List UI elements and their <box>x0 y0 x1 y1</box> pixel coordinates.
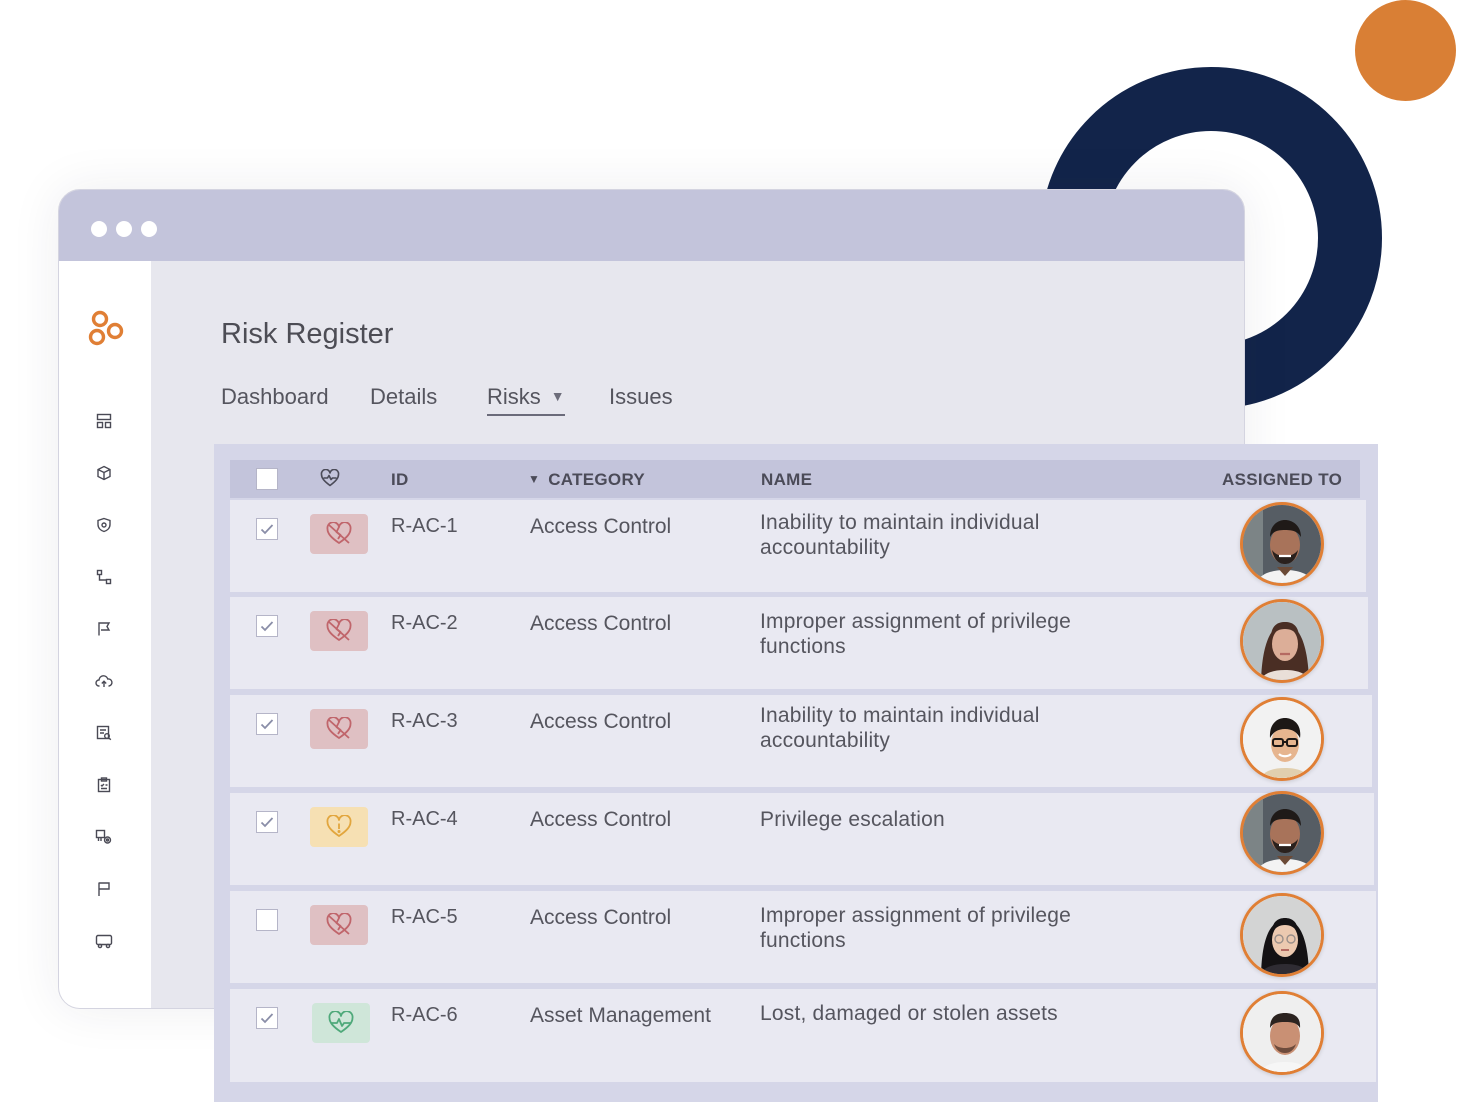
risk-category: Access Control <box>530 515 672 538</box>
sidebar <box>59 261 151 1008</box>
table-row[interactable]: R-AC-4 Access Control Privilege escalati… <box>230 791 1374 885</box>
column-header-category[interactable]: ▼ CATEGORY <box>528 470 645 490</box>
risk-id[interactable]: R-AC-1 <box>391 515 458 538</box>
tab-dashboard[interactable]: Dashboard <box>221 384 329 410</box>
bookmark-flag-icon[interactable] <box>94 619 114 639</box>
heart-pulse-icon <box>312 1003 370 1043</box>
woman-glasses-avatar[interactable] <box>1240 893 1324 977</box>
app-logo-icon[interactable] <box>87 309 131 353</box>
risk-name[interactable]: Improper assignment of privilege functio… <box>760 903 1140 953</box>
man-beard-avatar[interactable] <box>1240 502 1324 586</box>
man-beard-avatar[interactable] <box>1240 791 1324 875</box>
truck-icon[interactable] <box>94 931 114 951</box>
broken-heart-icon <box>310 905 368 945</box>
risk-category: Access Control <box>530 612 672 635</box>
page-title: Risk Register <box>221 318 394 350</box>
checkmark-icon <box>260 1013 274 1024</box>
risk-name[interactable]: Lost, damaged or stolen assets <box>760 1001 1140 1026</box>
cloud-upload-icon[interactable] <box>94 671 114 691</box>
checkmark-icon <box>260 817 274 828</box>
woman-dark-hair-avatar[interactable] <box>1240 599 1324 683</box>
window-control-dot[interactable] <box>141 221 157 237</box>
tab-details[interactable]: Details <box>370 384 437 410</box>
workflow-icon[interactable] <box>94 567 114 587</box>
window-control-dot[interactable] <box>91 221 107 237</box>
risk-name[interactable]: Improper assignment of privilege functio… <box>760 609 1140 659</box>
risk-id[interactable]: R-AC-2 <box>391 612 458 635</box>
sort-desc-icon: ▼ <box>528 472 541 486</box>
risk-id[interactable]: R-AC-3 <box>391 710 458 733</box>
package-icon[interactable] <box>94 463 114 483</box>
tab-risks-dropdown-icon[interactable]: ▼ <box>551 388 565 404</box>
column-header-assigned-to[interactable]: ASSIGNED TO <box>1222 470 1342 490</box>
table-row[interactable]: R-AC-6 Asset Management Lost, damaged or… <box>230 989 1376 1082</box>
shield-icon[interactable] <box>94 515 114 535</box>
table-row[interactable]: R-AC-3 Access Control Inability to maint… <box>230 695 1372 787</box>
risk-id[interactable]: R-AC-5 <box>391 906 458 929</box>
row-checkbox[interactable] <box>256 713 278 735</box>
risk-id[interactable]: R-AC-6 <box>391 1004 458 1027</box>
risk-category: Access Control <box>530 808 672 831</box>
risk-category: Access Control <box>530 906 672 929</box>
man-glasses-avatar[interactable] <box>1240 697 1324 781</box>
decorative-orange-dot <box>1355 0 1456 101</box>
heartbeat-icon <box>320 468 340 492</box>
column-header-category-label: CATEGORY <box>548 470 646 489</box>
row-checkbox[interactable] <box>256 518 278 540</box>
flag-icon[interactable] <box>94 879 114 899</box>
tab-issues[interactable]: Issues <box>609 384 673 410</box>
table-row[interactable]: R-AC-1 Access Control Inability to maint… <box>230 500 1366 592</box>
row-checkbox[interactable] <box>256 615 278 637</box>
column-header-name[interactable]: NAME <box>761 470 812 490</box>
row-checkbox[interactable] <box>256 811 278 833</box>
risk-id[interactable]: R-AC-4 <box>391 808 458 831</box>
risk-name[interactable]: Privilege escalation <box>760 807 1140 832</box>
checkmark-icon <box>260 719 274 730</box>
tab-risks-label: Risks <box>487 384 541 409</box>
column-header-id[interactable]: ID <box>391 470 409 490</box>
risk-name[interactable]: Inability to maintain individual account… <box>760 703 1140 753</box>
risk-name[interactable]: Inability to maintain individual account… <box>760 510 1140 560</box>
broken-heart-icon <box>310 514 368 554</box>
table-row[interactable]: R-AC-2 Access Control Improper assignmen… <box>230 597 1368 689</box>
checkmark-icon <box>260 524 274 535</box>
report-search-icon[interactable] <box>94 723 114 743</box>
checkmark-icon <box>260 621 274 632</box>
row-checkbox[interactable] <box>256 1007 278 1029</box>
risk-category: Asset Management <box>530 1004 711 1027</box>
table-header: ID ▼ CATEGORY NAME ASSIGNED TO <box>230 460 1360 498</box>
window-titlebar <box>59 190 1244 261</box>
risk-table: ID ▼ CATEGORY NAME ASSIGNED TO R-AC-1 Acc… <box>214 444 1378 1102</box>
window-control-dot[interactable] <box>116 221 132 237</box>
risk-category: Access Control <box>530 710 672 733</box>
tab-risks[interactable]: Risks ▼ <box>487 384 565 416</box>
broken-heart-icon <box>310 709 368 749</box>
man-short-hair-avatar[interactable] <box>1240 991 1324 1075</box>
table-row[interactable]: R-AC-5 Access Control Improper assignmen… <box>230 891 1376 983</box>
heart-warning-icon <box>310 807 368 847</box>
select-all-checkbox[interactable] <box>256 468 278 490</box>
vendor-settings-icon[interactable] <box>94 827 114 847</box>
broken-heart-icon <box>310 611 368 651</box>
clipboard-checklist-icon[interactable] <box>94 775 114 795</box>
row-checkbox[interactable] <box>256 909 278 931</box>
dashboard-icon[interactable] <box>94 411 114 431</box>
